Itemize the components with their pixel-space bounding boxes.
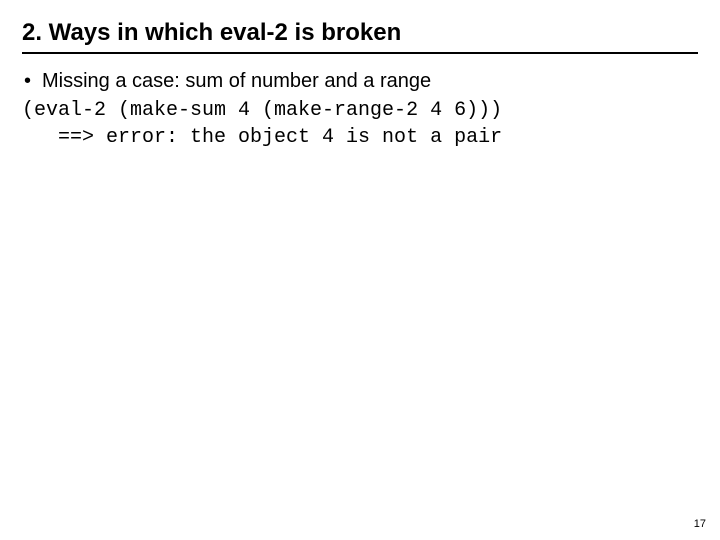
bullet-dot-icon: • (22, 68, 42, 95)
code-block: (eval-2 (make-sum 4 (make-range-2 4 6)))… (22, 97, 698, 151)
page-number: 17 (694, 518, 706, 530)
slide-body: • Missing a case: sum of number and a ra… (22, 68, 698, 151)
bullet-text: Missing a case: sum of number and a rang… (42, 68, 698, 95)
code-line-1: (eval-2 (make-sum 4 (make-range-2 4 6))) (22, 99, 502, 122)
code-line-2: ==> error: the object 4 is not a pair (22, 126, 502, 149)
title-underline (22, 52, 698, 54)
slide-title: 2. Ways in which eval-2 is broken (22, 18, 698, 48)
slide: 2. Ways in which eval-2 is broken • Miss… (0, 0, 720, 540)
bullet-item: • Missing a case: sum of number and a ra… (22, 68, 698, 95)
